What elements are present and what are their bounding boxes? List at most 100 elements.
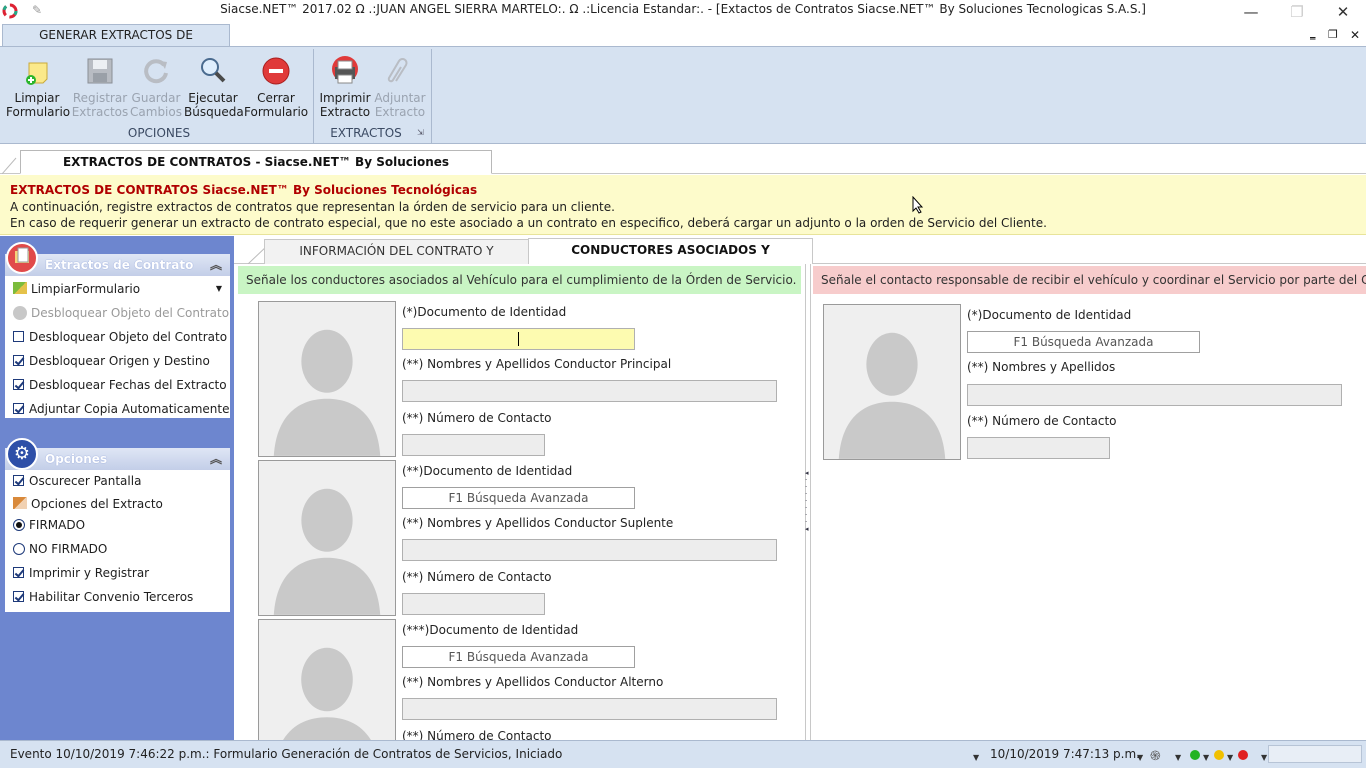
collapse-chevron-icon[interactable]: ︽ bbox=[210, 450, 222, 467]
desbloquear-objeto-label: Desbloquear Objeto del Contrato bbox=[29, 330, 228, 344]
driver-suplente-photo[interactable] bbox=[258, 460, 396, 616]
status-event-text: Evento 10/10/2019 7:46:22 p.m.: Formular… bbox=[10, 747, 563, 761]
options-extract-icon bbox=[13, 497, 27, 509]
mdi-restore-button[interactable]: ❐ bbox=[1328, 28, 1338, 41]
window-title: Siacse.NET™ 2017.02 Ω .:JUAN ANGEL SIERR… bbox=[220, 2, 1146, 16]
cerrar-formulario-button[interactable]: Cerrar Formulario bbox=[244, 53, 308, 123]
checkbox-checked-icon[interactable] bbox=[13, 355, 24, 366]
principal-name-input[interactable] bbox=[402, 380, 777, 402]
status-green-light-icon bbox=[1190, 750, 1200, 760]
limpiar-label-1: Limpiar bbox=[14, 91, 60, 105]
imprimir-label-1: Imprimir bbox=[319, 91, 371, 105]
desbloquear-fechas-checkbox[interactable]: Desbloquear Fechas del Extracto bbox=[5, 374, 230, 398]
magnifier-icon bbox=[197, 55, 229, 87]
checkbox-checked-icon[interactable] bbox=[13, 403, 24, 414]
habilitar-convenio-checkbox[interactable]: Habilitar Convenio Terceros bbox=[5, 586, 230, 610]
no-firmado-radio[interactable]: NO FIRMADO bbox=[5, 538, 230, 562]
minimize-button[interactable]: — bbox=[1228, 0, 1274, 24]
cerrar-label-1: Cerrar bbox=[257, 91, 295, 105]
alterno-doc-input[interactable]: F1 Búsqueda Avanzada bbox=[402, 646, 635, 668]
principal-name-label: (**) Nombres y Apellidos Conductor Princ… bbox=[402, 357, 672, 371]
opciones-extracto-item[interactable]: Opciones del Extracto bbox=[5, 494, 230, 514]
checkbox-checked-icon[interactable] bbox=[13, 379, 24, 390]
mdi-close-button[interactable]: ✕ bbox=[1350, 28, 1360, 42]
registrar-extractos-button[interactable]: Registrar Extractos bbox=[70, 53, 130, 123]
collapse-chevron-icon[interactable]: ︽ bbox=[210, 256, 222, 273]
habilitar-convenio-label: Habilitar Convenio Terceros bbox=[29, 590, 194, 604]
ejecutar-busqueda-button[interactable]: Ejecutar Búsqueda bbox=[184, 53, 244, 123]
adjuntar-extracto-button[interactable]: Adjuntar Extracto bbox=[372, 53, 428, 123]
desbloquear-origen-label: Desbloquear Origen y Destino bbox=[29, 354, 210, 368]
oscurecer-pantalla-checkbox[interactable]: Oscurecer Pantalla bbox=[5, 470, 230, 494]
ejecutar-label-2: Búsqueda bbox=[184, 105, 244, 119]
imprimir-extracto-button[interactable]: Imprimir Extracto bbox=[318, 53, 372, 123]
principal-contact-input[interactable] bbox=[402, 434, 545, 456]
radio-unselected-icon[interactable] bbox=[13, 543, 25, 555]
limpiar-formulario-dropdown[interactable]: LimpiarFormulario ▼ bbox=[5, 278, 230, 302]
responsable-doc-input[interactable]: F1 Búsqueda Avanzada bbox=[967, 331, 1200, 353]
fingerprint-icon[interactable]: ֍ bbox=[1150, 746, 1161, 764]
status-dropdown-icon[interactable]: ▼ bbox=[1175, 753, 1181, 762]
ribbon: Limpiar Formulario Registrar Extractos G… bbox=[0, 46, 1366, 144]
mouse-cursor-icon bbox=[912, 195, 924, 214]
dropdown-arrow-icon: ▼ bbox=[215, 284, 222, 293]
status-dropdown-icon[interactable]: ▼ bbox=[973, 753, 979, 762]
text-caret bbox=[518, 332, 519, 346]
desbloquear-objeto-checkbox[interactable]: Desbloquear Objeto del Contrato bbox=[5, 326, 230, 350]
status-dropdown-icon[interactable]: ▼ bbox=[1137, 753, 1143, 762]
opciones-panel: Opciones ︽ Oscurecer Pantalla Opciones d… bbox=[5, 448, 230, 612]
suplente-contact-input[interactable] bbox=[402, 593, 545, 615]
responsable-name-label: (**) Nombres y Apellidos bbox=[967, 360, 1116, 374]
principal-doc-label: (*)Documento de Identidad bbox=[402, 305, 567, 319]
radio-selected-icon[interactable] bbox=[13, 519, 25, 531]
limpiar-label-2: Formulario bbox=[6, 105, 71, 119]
guardar-cambios-button[interactable]: Guardar Cambios bbox=[130, 53, 182, 123]
imprimir-registrar-checkbox[interactable]: Imprimir y Registrar bbox=[5, 562, 230, 586]
maximize-button[interactable]: ❐ bbox=[1274, 0, 1320, 24]
extractos-panel-header[interactable]: Extractos de Contrato ︽ bbox=[5, 254, 230, 276]
close-button[interactable]: ✕ bbox=[1320, 0, 1366, 24]
mdi-minimize-button[interactable]: ‗ bbox=[1310, 27, 1316, 40]
opciones-panel-header[interactable]: Opciones ︽ bbox=[5, 448, 230, 470]
alterno-name-label: (**) Nombres y Apellidos Conductor Alter… bbox=[402, 675, 664, 689]
refresh-icon bbox=[140, 55, 172, 87]
guardar-label-1: Guardar bbox=[131, 91, 181, 105]
adjuntar-copia-checkbox[interactable]: Adjuntar Copia Automaticamente bbox=[5, 398, 230, 422]
responsable-contact-input[interactable] bbox=[967, 437, 1110, 459]
panel-splitter[interactable]: ◂ · · · · · · · ◂ bbox=[805, 264, 811, 740]
tab-conductores-asociados[interactable]: CONDUCTORES ASOCIADOS Y RESPONSABLE bbox=[528, 238, 813, 280]
splitter-grip-icon[interactable]: ◂ · · · · · · · ◂ bbox=[805, 470, 809, 533]
document-tab-extractos[interactable]: EXTRACTOS DE CONTRATOS - Siacse.NET™ By … bbox=[20, 150, 492, 191]
left-side-panel: Extractos de Contrato ︽ LimpiarFormulari… bbox=[0, 236, 234, 740]
responsable-header-bar: Señale el contacto responsable de recibi… bbox=[813, 266, 1366, 294]
limpiar-formulario-label: LimpiarFormulario bbox=[31, 282, 141, 296]
checkbox-checked-icon[interactable] bbox=[13, 567, 24, 578]
checkbox-checked-icon[interactable] bbox=[13, 591, 24, 602]
person-silhouette-icon bbox=[259, 620, 395, 740]
registrar-label-2: Extractos bbox=[71, 105, 129, 119]
firmado-radio[interactable]: FIRMADO bbox=[5, 514, 230, 538]
limpiar-formulario-button[interactable]: Limpiar Formulario bbox=[6, 53, 71, 123]
status-dropdown-icon[interactable]: ▼ bbox=[1261, 753, 1267, 762]
drivers-header-bar: Señale los conductores asociados al Vehí… bbox=[238, 266, 801, 294]
suplente-name-input[interactable] bbox=[402, 539, 777, 561]
checkbox-checked-icon[interactable] bbox=[13, 475, 24, 486]
desbloquear-origen-destino-checkbox[interactable]: Desbloquear Origen y Destino bbox=[5, 350, 230, 374]
drivers-header: Señale los conductores asociados al Vehí… bbox=[246, 273, 797, 287]
responsable-contact-label: (**) Número de Contacto bbox=[967, 414, 1117, 428]
status-dropdown-icon[interactable]: ▼ bbox=[1203, 753, 1209, 762]
dialog-launcher-icon[interactable]: ⇲ bbox=[417, 128, 424, 137]
tab-informacion-contrato[interactable]: INFORMACIÓN DEL CONTRATO Y RECORRIDO bbox=[264, 239, 528, 281]
ribbon-tab-generar-extractos[interactable]: GENERAR EXTRACTOS DE CONTRATOS bbox=[2, 24, 230, 62]
responsable-name-input[interactable] bbox=[967, 384, 1342, 406]
paperclip-icon bbox=[384, 55, 416, 87]
driver-principal-photo[interactable] bbox=[258, 301, 396, 457]
alterno-name-input[interactable] bbox=[402, 698, 777, 720]
checkbox-unchecked-icon[interactable] bbox=[13, 331, 24, 342]
responsable-photo[interactable] bbox=[823, 304, 961, 460]
group-label-opciones: OPCIONES bbox=[127, 126, 191, 140]
driver-alterno-photo[interactable] bbox=[258, 619, 396, 740]
status-dropdown-icon[interactable]: ▼ bbox=[1227, 753, 1233, 762]
responsable-header: Señale el contacto responsable de recibi… bbox=[821, 273, 1366, 287]
suplente-doc-input[interactable]: F1 Búsqueda Avanzada bbox=[402, 487, 635, 509]
